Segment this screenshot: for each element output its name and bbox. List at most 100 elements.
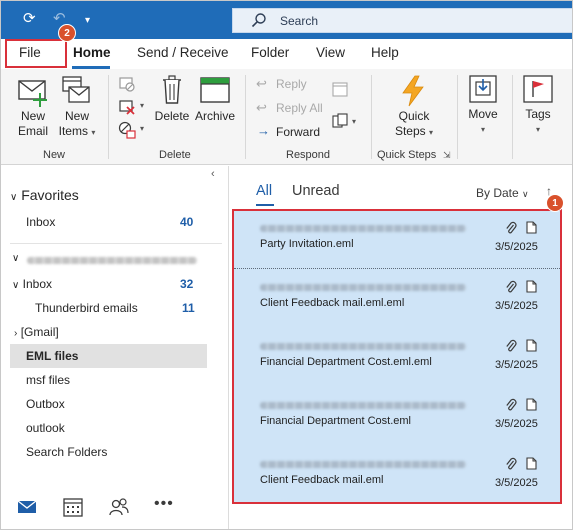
message-row[interactable]: Client Feedback mail.eml 3/5/2025	[234, 447, 560, 506]
dialog-launcher-icon[interactable]: ⇲	[443, 150, 451, 161]
folder-msf-files[interactable]: msf files	[26, 373, 70, 387]
folder-thunderbird-emails[interactable]: Thunderbird emails	[35, 301, 138, 315]
active-filter-indicator	[256, 204, 274, 206]
title-bar: ⟳ ↶ ▾ Search	[1, 1, 572, 39]
folder-outlook[interactable]: outlook	[26, 421, 65, 435]
unread-count: 32	[180, 277, 194, 291]
message-subject: Client Feedback mail.eml.eml	[260, 297, 405, 309]
mail-icon[interactable]	[16, 496, 38, 518]
search-input[interactable]: Search	[280, 14, 318, 28]
move-icon	[469, 75, 497, 103]
outlook-window: ⟳ ↶ ▾ Search File Home Send / Receive Fo…	[0, 0, 573, 530]
more-respond-icon[interactable]	[332, 113, 348, 129]
tab-view[interactable]: View	[316, 45, 345, 60]
new-email-label-2: Email	[17, 124, 48, 138]
new-items-label-1: New	[64, 109, 89, 123]
more-icon[interactable]: •••	[154, 495, 174, 513]
move-label: Move	[468, 107, 498, 121]
quick-steps-label-2: Steps	[394, 124, 426, 138]
document-icon	[526, 339, 537, 352]
new-email-icon	[18, 80, 47, 107]
reply-label: Reply	[276, 77, 307, 91]
chevron-down-icon[interactable]: ▾	[352, 117, 356, 126]
attachment-icon	[506, 221, 517, 234]
message-date: 3/5/2025	[495, 300, 538, 312]
sender-redacted	[260, 343, 466, 350]
new-items-label-2: Items	[58, 124, 88, 138]
favorites-label: Favorites	[21, 187, 79, 203]
attachment-icon	[506, 280, 517, 293]
attachment-icon	[506, 339, 517, 352]
reply-icon: ↩	[256, 76, 267, 91]
folder-favorites-inbox[interactable]: Inbox	[26, 215, 55, 229]
tab-folder[interactable]: Folder	[251, 45, 289, 60]
folder-pane: ‹ ∨ Favorites Inbox 40 ∨ ∨ Inbox 32 Thun…	[1, 166, 229, 529]
chevron-down-icon[interactable]: ▾	[140, 101, 144, 110]
clean-up-icon[interactable]	[118, 98, 136, 116]
people-icon[interactable]	[108, 496, 130, 518]
tab-all[interactable]: All	[256, 183, 272, 199]
calendar-icon[interactable]	[62, 496, 84, 518]
unread-count: 40	[180, 215, 194, 229]
folder-inbox[interactable]: ∨ Inbox	[12, 277, 52, 291]
inbox-label: Inbox	[22, 277, 53, 291]
message-row[interactable]: Financial Department Cost.eml.eml 3/5/202…	[234, 329, 560, 388]
flag-icon	[523, 75, 553, 103]
chevron-right-icon: ›	[14, 328, 18, 339]
quick-steps-label-1: Quick	[398, 109, 430, 123]
customize-icon[interactable]: ▾	[85, 12, 90, 30]
message-row[interactable]: Party Invitation.eml 3/5/2025	[234, 211, 560, 270]
document-icon	[526, 398, 537, 411]
step-badge-2: 2	[58, 24, 76, 42]
favorites-header[interactable]: ∨ Favorites	[10, 187, 79, 203]
group-new-label: New	[43, 149, 66, 161]
search-box[interactable]: Search	[232, 8, 572, 33]
reply-all-icon: ↩	[256, 100, 267, 115]
message-date: 3/5/2025	[495, 241, 538, 253]
ignore-icon[interactable]	[118, 75, 136, 93]
tab-send-receive[interactable]: Send / Receive	[137, 45, 229, 60]
message-date: 3/5/2025	[495, 359, 538, 371]
sender-redacted	[260, 461, 466, 468]
group-delete-label: Delete	[159, 149, 191, 161]
account-name-redacted[interactable]	[27, 257, 197, 264]
message-list-highlight: Party Invitation.eml 3/5/2025 Client Feedb…	[232, 209, 562, 504]
sender-redacted	[260, 225, 466, 232]
file-highlight-box	[5, 39, 67, 68]
chevron-down-icon: ▾	[535, 125, 540, 134]
chevron-down-icon: ▾	[429, 128, 434, 137]
chevron-down-icon: ▾	[480, 125, 485, 134]
junk-icon[interactable]	[118, 121, 136, 139]
sync-icon[interactable]: ⟳	[23, 10, 36, 28]
folder-search-folders[interactable]: Search Folders	[26, 445, 107, 459]
ribbon: New Email New Items ▾ New ▾ ▾ Delete Arc…	[1, 69, 572, 165]
archive-label: Archive	[194, 109, 235, 123]
tags-label: Tags	[525, 107, 551, 121]
message-date: 3/5/2025	[495, 418, 538, 430]
gmail-label: [Gmail]	[20, 325, 59, 339]
tab-home[interactable]: Home	[73, 45, 111, 60]
trash-icon	[163, 75, 181, 104]
meeting-icon[interactable]	[332, 81, 348, 97]
attachment-icon	[506, 457, 517, 470]
lightning-icon	[402, 75, 424, 107]
folder-gmail[interactable]: › [Gmail]	[14, 325, 59, 339]
group-divider	[512, 75, 513, 159]
sort-dropdown[interactable]: By Date ∨	[476, 186, 529, 200]
group-quick-steps-label: Quick Steps	[377, 149, 437, 161]
tab-unread[interactable]: Unread	[292, 183, 340, 199]
message-row[interactable]: Client Feedback mail.eml.eml 3/5/2025	[234, 270, 560, 329]
chevron-down-icon: ∨	[522, 189, 529, 199]
collapse-pane-icon[interactable]: ‹	[211, 168, 215, 180]
row-divider	[234, 268, 560, 269]
chevron-down-icon[interactable]: ∨	[12, 253, 19, 264]
folder-outbox[interactable]: Outbox	[26, 397, 65, 411]
tab-help[interactable]: Help	[371, 45, 399, 60]
chevron-down-icon[interactable]: ▾	[140, 124, 144, 133]
message-subject: Financial Department Cost.eml.eml	[260, 356, 432, 368]
menu-bar: File Home Send / Receive Folder View Hel…	[1, 39, 572, 69]
document-icon	[526, 280, 537, 293]
group-divider	[371, 75, 372, 159]
message-row[interactable]: Financial Department Cost.eml 3/5/2025	[234, 388, 560, 447]
folder-eml-files[interactable]: EML files	[26, 349, 78, 363]
